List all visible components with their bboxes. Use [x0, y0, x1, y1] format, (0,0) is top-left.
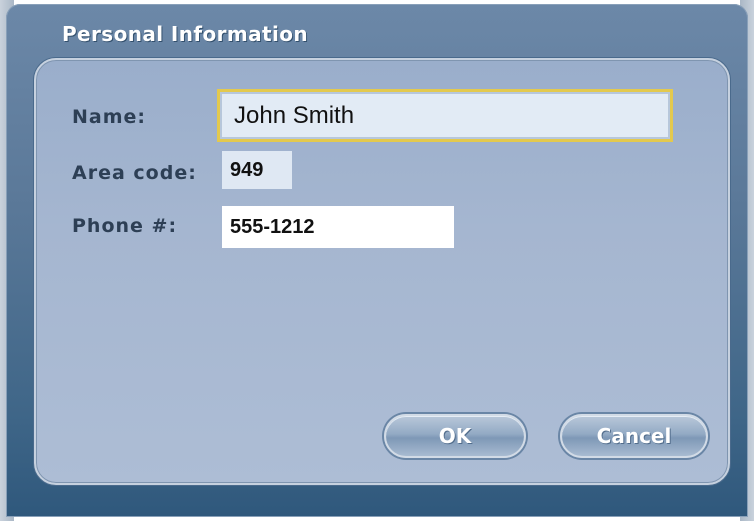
personal-information-dialog: Personal Information Name: John Smith Ar…: [6, 4, 748, 517]
area-code-label: Area code:: [72, 162, 197, 184]
cancel-button[interactable]: Cancel: [560, 414, 708, 458]
ok-button[interactable]: OK: [384, 414, 526, 458]
phone-field[interactable]: 555-1212: [222, 206, 454, 248]
dialog-title: Personal Information: [62, 22, 308, 46]
phone-label: Phone #:: [72, 215, 178, 237]
screen: Personal Information Name: John Smith Ar…: [0, 0, 754, 521]
name-field[interactable]: John Smith: [217, 89, 673, 142]
form-panel: Name: John Smith Area code: 949 Phone #:…: [34, 58, 730, 485]
area-code-field[interactable]: 949: [222, 151, 292, 189]
name-label: Name:: [72, 106, 147, 128]
